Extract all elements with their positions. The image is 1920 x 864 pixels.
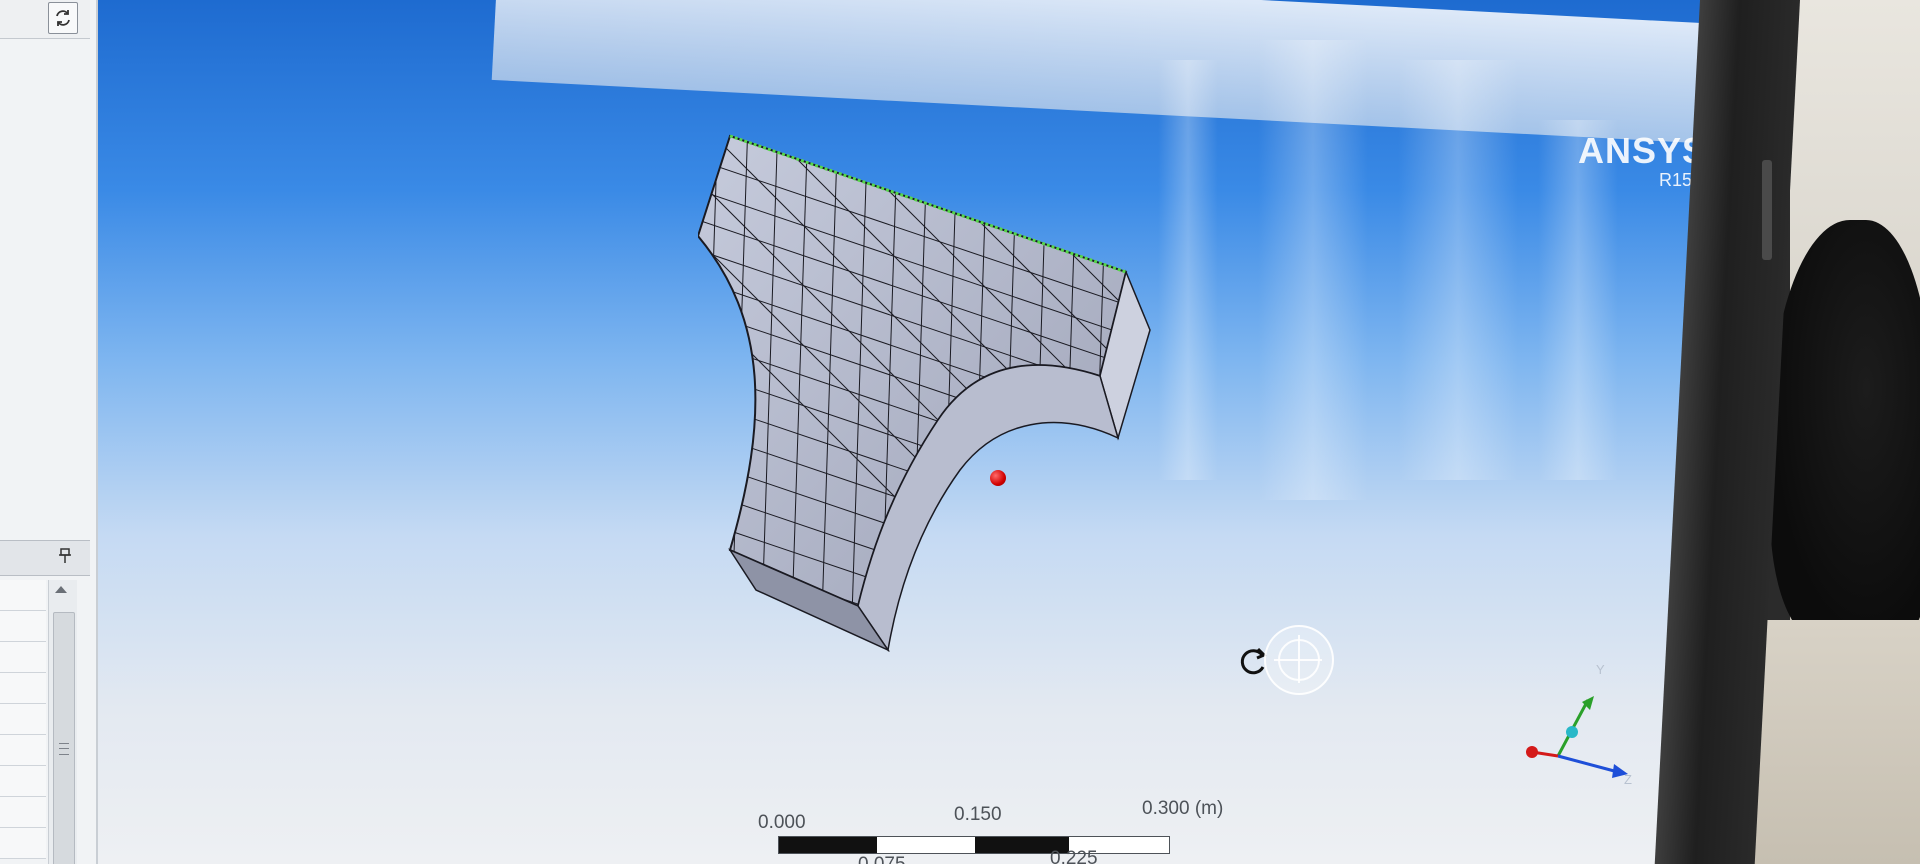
- ansys-version: R15.0: [1658, 170, 1708, 190]
- scale-track: [778, 836, 1170, 854]
- scroll-up-arrow-icon[interactable]: [55, 586, 67, 593]
- details-row[interactable]: [0, 797, 46, 828]
- refresh-button[interactable]: [48, 2, 78, 34]
- details-row[interactable]: [0, 580, 46, 611]
- details-panel-header: [0, 540, 90, 576]
- details-row[interactable]: [0, 642, 46, 673]
- details-row[interactable]: [0, 766, 46, 797]
- monitor-bezel-notch: [1762, 160, 1772, 260]
- scale-label: 0.075: [858, 854, 906, 864]
- left-panel: [0, 0, 99, 864]
- scale-label: 0.225: [1050, 848, 1098, 864]
- person-silhouette: [1770, 220, 1920, 640]
- navigator-crosshair: [1274, 659, 1322, 661]
- details-row[interactable]: [0, 704, 46, 735]
- details-row[interactable]: [0, 611, 46, 642]
- screen-glare: [1398, 60, 1518, 480]
- details-row[interactable]: [0, 735, 46, 766]
- refresh-icon: [56, 10, 70, 26]
- graphics-viewport[interactable]: ANSYS R15.0 Y Z 0.000 0.150 0.300 (m) 0.…: [98, 0, 1718, 864]
- probe-point[interactable]: [990, 470, 1006, 486]
- left-panel-toolbar: [0, 0, 90, 39]
- triad-label-z: Z: [1624, 772, 1632, 787]
- details-grid: [0, 580, 46, 864]
- scale-label: 0.000: [758, 812, 806, 833]
- scale-label: 0.300 (m): [1142, 798, 1224, 819]
- screen-photo: ANSYS R15.0 Y Z 0.000 0.150 0.300 (m) 0.…: [0, 0, 1920, 864]
- ansys-logo: ANSYS R15.0: [1578, 130, 1707, 191]
- details-row[interactable]: [0, 828, 46, 859]
- triad-label-y: Y: [1596, 662, 1605, 677]
- scroll-thumb[interactable]: [53, 612, 75, 864]
- ansys-brand: ANSYS: [1578, 130, 1708, 171]
- pin-icon[interactable]: [58, 548, 72, 564]
- scale-label: 0.150: [954, 804, 1002, 825]
- details-scrollbar[interactable]: [48, 580, 77, 864]
- scale-bar: 0.000 0.150 0.300 (m) 0.075 0.225: [758, 798, 1278, 864]
- scale-segment: [779, 837, 877, 853]
- scroll-grip-icon: [59, 743, 69, 755]
- details-row[interactable]: [0, 673, 46, 704]
- view-navigator-icon[interactable]: [1264, 625, 1334, 695]
- desk-surface: [1740, 620, 1920, 864]
